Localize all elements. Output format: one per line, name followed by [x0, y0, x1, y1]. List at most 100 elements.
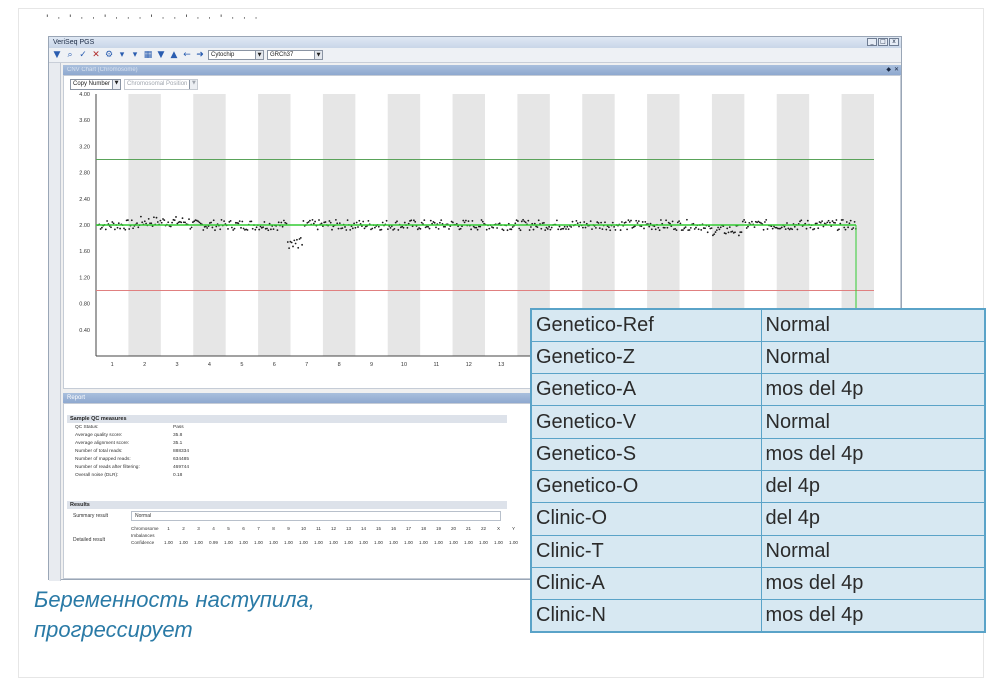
- result-cell: Normal: [760, 308, 986, 342]
- close-icon[interactable]: ✕: [894, 65, 899, 75]
- data-point: [104, 228, 107, 231]
- down-arrow-icon[interactable]: ▾: [130, 50, 140, 60]
- data-point: [233, 227, 236, 230]
- data-point: [845, 221, 848, 223]
- data-point: [800, 219, 803, 222]
- detail-cell: 1.00: [434, 540, 443, 545]
- data-point: [349, 228, 352, 231]
- detail-cell: 3: [197, 526, 200, 531]
- data-point: [678, 220, 680, 223]
- table-icon[interactable]: ▦: [143, 50, 153, 60]
- chip-select[interactable]: Cytochip ▼: [208, 50, 264, 60]
- detail-row-header: Confidence: [131, 540, 155, 545]
- detail-cell: 14: [360, 526, 367, 531]
- data-point: [600, 221, 602, 224]
- data-point: [363, 227, 366, 230]
- x-tick-label: 5: [240, 362, 243, 368]
- open-icon[interactable]: ▼: [52, 50, 62, 60]
- pin-icon[interactable]: ◆: [886, 65, 891, 75]
- data-point: [99, 228, 102, 230]
- data-point: [576, 222, 579, 225]
- left-dock-strip: [49, 63, 61, 581]
- delete-icon[interactable]: ✕: [91, 50, 101, 60]
- data-point: [834, 221, 836, 224]
- data-point: [658, 229, 661, 232]
- data-point: [715, 229, 718, 232]
- results-row: Genetico-A mos del 4p: [530, 373, 986, 407]
- detail-cell: 16: [390, 526, 397, 531]
- results-row: Genetico-S mos del 4p: [530, 437, 986, 471]
- data-point: [613, 225, 615, 228]
- data-point: [435, 226, 437, 229]
- data-point: [540, 227, 543, 230]
- data-point: [809, 226, 812, 229]
- data-point: [242, 227, 245, 230]
- close-button[interactable]: x: [889, 38, 899, 46]
- data-point: [440, 219, 443, 222]
- filter-icon[interactable]: ▼: [156, 50, 166, 60]
- data-point: [682, 229, 684, 231]
- y-tick-label: 3.20: [79, 144, 90, 150]
- data-point: [320, 222, 323, 225]
- genome-select[interactable]: GRCh37 ▼: [267, 50, 323, 60]
- data-point: [380, 228, 383, 231]
- chromosome-row: Chromosome 1 2 3 4 5 6 7 8 9 10 11 12 13 14 15 16 17 18 19 2…: [131, 525, 521, 532]
- data-point: [294, 242, 297, 245]
- data-point: [137, 226, 140, 229]
- minimize-button[interactable]: _: [867, 38, 877, 46]
- data-point: [619, 229, 622, 231]
- data-point: [311, 218, 314, 221]
- data-point: [114, 228, 116, 231]
- data-point: [180, 221, 183, 224]
- data-point: [396, 220, 398, 223]
- data-point: [704, 227, 706, 230]
- data-point: [128, 228, 131, 230]
- data-point: [545, 226, 548, 229]
- down-arrow-icon[interactable]: ▾: [117, 50, 127, 60]
- detail-cell: [296, 532, 311, 539]
- data-point: [299, 236, 302, 239]
- detail-cell: 21: [465, 526, 472, 531]
- detail-cell: 11: [316, 526, 321, 531]
- tools-icon[interactable]: ⚙: [104, 50, 114, 60]
- data-point: [726, 227, 729, 230]
- edit-icon[interactable]: ✓: [78, 50, 88, 60]
- detail-cell: 1.00: [389, 540, 398, 545]
- data-point: [459, 227, 462, 230]
- detail-cell: 1.00: [359, 540, 368, 545]
- data-point: [743, 219, 745, 221]
- detail-cell: [251, 532, 266, 539]
- qc-row: Average quality score: 35.8: [75, 432, 505, 439]
- back-arrow-icon[interactable]: ←: [182, 50, 192, 60]
- data-point: [416, 228, 419, 231]
- detail-cell: [281, 532, 296, 539]
- data-point: [627, 219, 630, 222]
- zoom-icon[interactable]: ⌕: [65, 50, 75, 60]
- detail-cell: [386, 532, 401, 539]
- data-point: [276, 229, 279, 232]
- data-point: [643, 227, 645, 230]
- data-point: [660, 219, 662, 221]
- window-title: VeriSeq PGS: [53, 39, 95, 46]
- detail-cell: 1.00: [314, 540, 323, 545]
- data-point: [567, 228, 570, 231]
- data-point: [476, 228, 479, 231]
- detail-cell: 22: [480, 526, 487, 531]
- data-point: [609, 229, 612, 232]
- data-point: [562, 227, 565, 230]
- maximize-button[interactable]: □: [878, 38, 888, 46]
- detail-row-header: Imbalances: [131, 533, 155, 538]
- detail-cell: 1.00: [224, 540, 233, 545]
- data-point: [116, 226, 119, 229]
- data-point: [719, 226, 722, 229]
- results-row: Clinic-T Normal: [530, 534, 986, 568]
- forward-arrow-icon[interactable]: ➜: [195, 50, 205, 60]
- user-icon[interactable]: ▲: [169, 50, 179, 60]
- data-point: [548, 225, 550, 228]
- data-point: [666, 226, 669, 229]
- detail-cell: 1.00: [419, 540, 428, 545]
- data-point: [414, 220, 417, 223]
- slide-header-marks: ' · ' · · ' · · · ' · · ' · · ' · · ·: [46, 14, 261, 22]
- data-point: [338, 222, 341, 225]
- caption-line-1: Беременность наступила,: [34, 587, 315, 612]
